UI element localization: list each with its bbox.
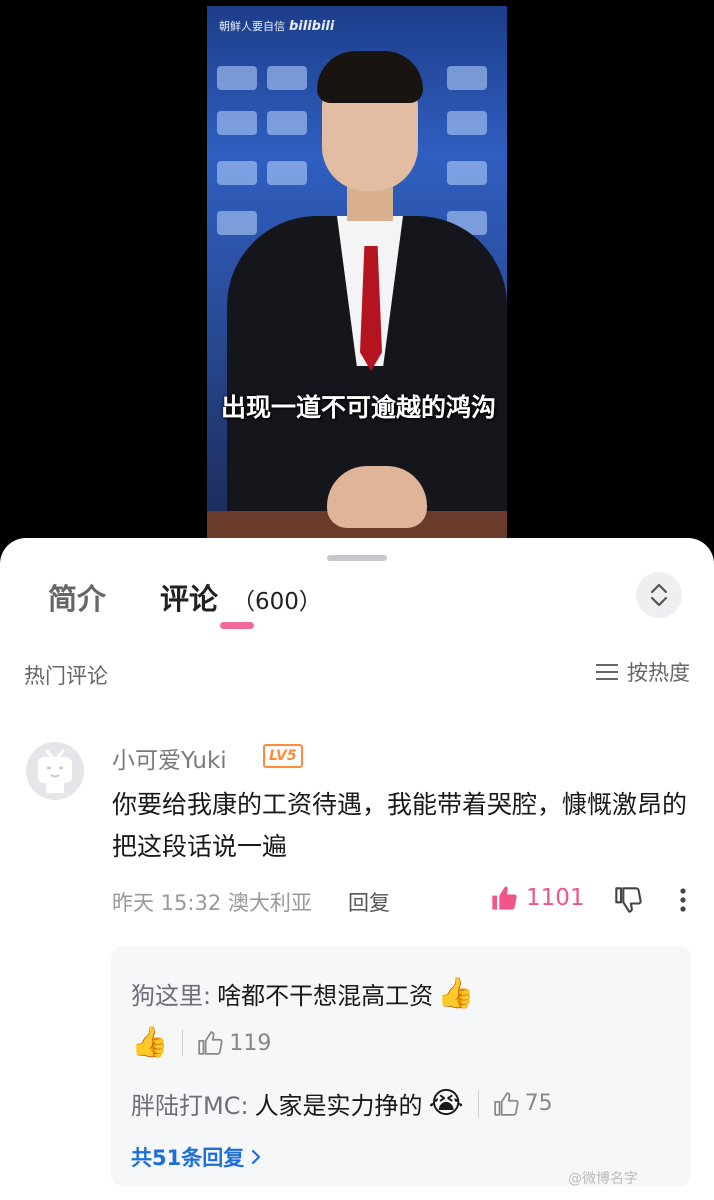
comment-username[interactable]: 小可爱Yuki [112,741,227,775]
chevron-right-icon [252,1149,261,1165]
more-options-button[interactable] [676,886,690,918]
reply-username[interactable]: 狗这里: [131,976,211,1011]
active-tab-indicator [220,622,254,629]
expand-collapse-button[interactable] [636,572,682,618]
avatar[interactable] [26,742,84,800]
thumbs-up-filled-icon [492,886,517,910]
reply-button[interactable]: 回复 [348,887,390,917]
watermark-text: 朝鲜人要自信 [219,20,285,33]
thumbs-up-emoji: 👍 [437,975,475,1011]
sort-label: 按热度 [627,661,690,685]
menu-lines-icon [596,664,618,680]
comment-count: （600） [232,589,322,615]
reply-item[interactable]: 胖陆打MC: 人家是实力挣的 😭 75 [131,1086,553,1121]
reply-item-continued: 👍 119 [131,1028,271,1058]
divider [477,1090,479,1117]
chevron-up-down-icon [650,583,668,607]
sheet-drag-handle[interactable] [327,555,387,561]
default-avatar-tv-icon [38,749,72,793]
divider [182,1030,184,1056]
hot-comments-title: 热门评论 [24,664,108,688]
replies-preview: 狗这里: 啥都不干想混高工资 👍 👍 119 胖陆打MC: 人家是实力挣的 😭 [111,946,691,1186]
tab-comments[interactable]: 评论 [160,576,218,618]
video-subtitle: 出现一道不可逾越的鸿沟 [221,393,497,422]
sort-by-hot-button[interactable]: 按热度 [595,657,690,687]
dislike-button[interactable] [614,886,642,918]
reply-item[interactable]: 狗这里: 啥都不干想混高工资 👍 [131,976,474,1011]
comments-sheet: 简介 评论 （600） 热门评论 按热度 小可爱Yuki LV5 你要给我康的工… [0,538,714,1200]
thumbs-down-icon [615,887,642,913]
reply-text: 人家是实力挣的 [254,1092,423,1120]
reply-like-button[interactable]: 119 [197,1030,271,1056]
corner-watermark: @微博名字 [568,1171,638,1187]
bilibili-logo: bilibili [289,19,335,34]
reply-like-count: 75 [524,1091,553,1116]
video-frame[interactable]: 朝鲜人要自信 bilibili 出现一道不可逾越的鸿沟 [207,6,507,538]
reply-text: 啥都不干想混高工资 [217,982,434,1010]
reply-like-count: 119 [229,1030,272,1056]
view-all-replies-label: 共51条回复 [131,1146,245,1170]
news-anchor-hands [327,466,427,528]
more-vertical-icon [680,888,686,912]
comment-timestamp-location: 昨天 15:32 澳大利亚 [112,891,312,915]
like-button[interactable]: 1101 [490,884,585,912]
level-badge: LV5 [263,744,303,768]
video-player[interactable]: 朝鲜人要自信 bilibili 出现一道不可逾越的鸿沟 [0,0,714,545]
news-anchor-hair [317,51,423,103]
thumbs-up-emoji: 👍 [131,1025,169,1060]
crying-emoji: 😭 [428,1085,464,1121]
reply-like-button[interactable]: 75 [493,1091,553,1117]
video-watermark: 朝鲜人要自信 bilibili [219,18,334,34]
thumbs-up-icon [198,1031,223,1055]
reply-username[interactable]: 胖陆打MC: [131,1086,249,1121]
view-all-replies-link[interactable]: 共51条回复 [131,1142,262,1172]
like-count: 1101 [526,885,585,911]
tab-intro[interactable]: 简介 [48,576,106,618]
comment-text: 你要给我康的工资待遇，我能带着哭腔，慷慨激昂的把这段话说一遍 [112,790,688,861]
thumbs-up-icon [493,1091,519,1116]
